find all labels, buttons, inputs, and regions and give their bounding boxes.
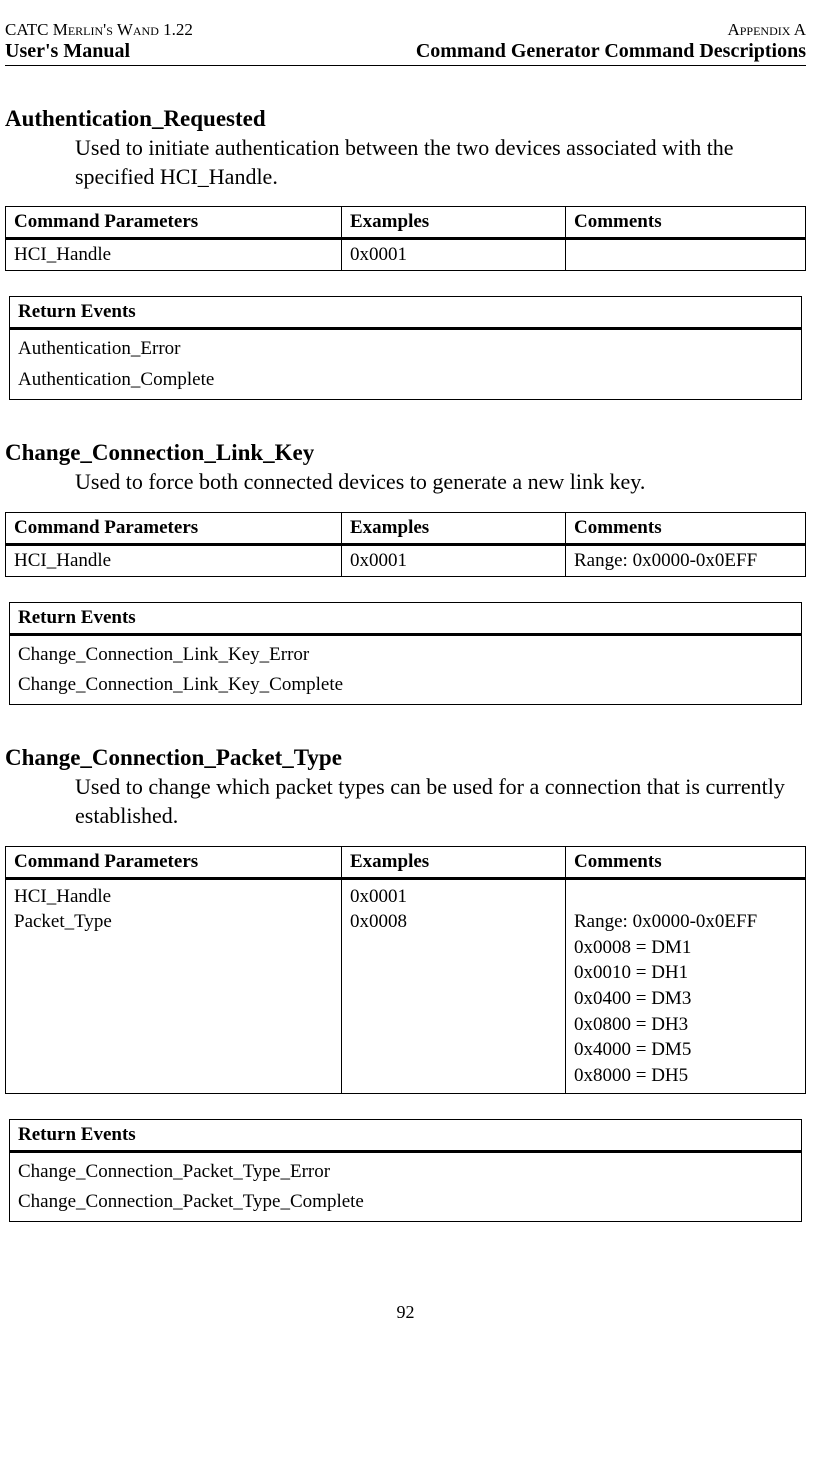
section-title: Authentication_Requested (5, 106, 806, 132)
parameters-table: Command Parameters Examples Comments HCI… (5, 206, 806, 271)
column-header: Command Parameters (6, 846, 342, 878)
parameters-table: Command Parameters Examples Comments HCI… (5, 512, 806, 577)
table-row: Authentication_Error Authentication_Comp… (10, 329, 802, 400)
column-header: Examples (342, 846, 566, 878)
column-header: Comments (566, 512, 806, 544)
header-divider (5, 65, 806, 66)
table-row: Change_Connection_Link_Key_Error Change_… (10, 634, 802, 705)
cell-events: Change_Connection_Link_Key_Error Change_… (10, 634, 802, 705)
column-header: Return Events (10, 602, 802, 634)
page-header: CATC Merlin's Wand 1.22 Appendix A User'… (5, 20, 806, 66)
cell-example: 0x0001 (342, 544, 566, 576)
cell-example: 0x0001 (342, 239, 566, 271)
column-header: Examples (342, 512, 566, 544)
cell-example: 0x0001 0x0008 (342, 878, 566, 1093)
section-title: Change_Connection_Link_Key (5, 440, 806, 466)
header-bottom-right: Command Generator Command Descriptions (416, 40, 806, 63)
table-row: Change_Connection_Packet_Type_Error Chan… (10, 1151, 802, 1222)
header-top-left: CATC Merlin's Wand 1.22 (5, 20, 193, 40)
column-header: Comments (566, 207, 806, 239)
page-number: 92 (5, 1302, 806, 1323)
section-description: Used to change which packet types can be… (75, 773, 806, 830)
column-header: Return Events (10, 1119, 802, 1151)
column-header: Command Parameters (6, 512, 342, 544)
section-description: Used to force both connected devices to … (75, 468, 806, 497)
table-row: HCI_Handle 0x0001 (6, 239, 806, 271)
cell-comment: Range: 0x0000-0x0EFF 0x0008 = DM1 0x0010… (566, 878, 806, 1093)
column-header: Return Events (10, 297, 802, 329)
table-row: HCI_Handle Packet_Type 0x0001 0x0008 Ran… (6, 878, 806, 1093)
column-header: Comments (566, 846, 806, 878)
column-header: Command Parameters (6, 207, 342, 239)
header-bottom-left: User's Manual (5, 40, 130, 63)
table-row: HCI_Handle 0x0001 Range: 0x0000-0x0EFF (6, 544, 806, 576)
section-authentication-requested: Authentication_Requested Used to initiat… (5, 106, 806, 400)
cell-events: Change_Connection_Packet_Type_Error Chan… (10, 1151, 802, 1222)
header-top-right: Appendix A (727, 20, 806, 40)
cell-parameter: HCI_Handle (6, 544, 342, 576)
column-header: Examples (342, 207, 566, 239)
section-change-connection-packet-type: Change_Connection_Packet_Type Used to ch… (5, 745, 806, 1222)
section-change-connection-link-key: Change_Connection_Link_Key Used to force… (5, 440, 806, 705)
section-description: Used to initiate authentication between … (75, 134, 806, 191)
cell-parameter: HCI_Handle (6, 239, 342, 271)
section-title: Change_Connection_Packet_Type (5, 745, 806, 771)
parameters-table: Command Parameters Examples Comments HCI… (5, 846, 806, 1094)
cell-parameter: HCI_Handle Packet_Type (6, 878, 342, 1093)
cell-comment (566, 239, 806, 271)
cell-events: Authentication_Error Authentication_Comp… (10, 329, 802, 400)
return-events-table: Return Events Change_Connection_Packet_T… (9, 1119, 802, 1223)
return-events-table: Return Events Authentication_Error Authe… (9, 296, 802, 400)
return-events-table: Return Events Change_Connection_Link_Key… (9, 602, 802, 706)
cell-comment: Range: 0x0000-0x0EFF (566, 544, 806, 576)
